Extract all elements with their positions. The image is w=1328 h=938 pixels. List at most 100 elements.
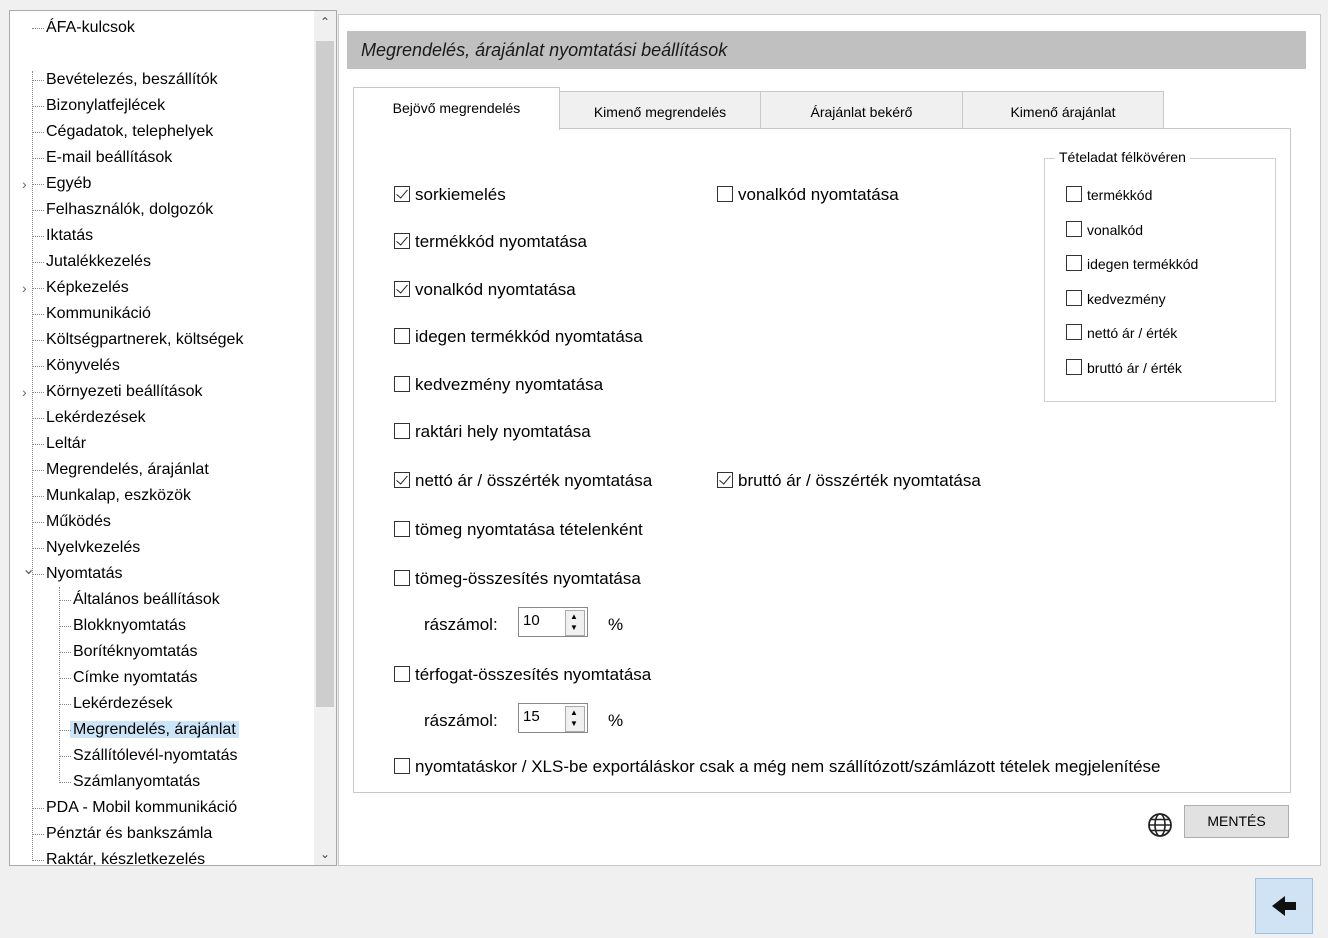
tree-scrollbar[interactable]: ⌃ ⌄ <box>314 11 336 865</box>
checkbox[interactable] <box>394 569 410 586</box>
checkbox-weight-per-item[interactable]: tömeg nyomtatása tételenként <box>394 518 643 542</box>
chevron-down-icon[interactable]: ⌄ <box>314 847 336 861</box>
volume-surcharge-unit: % <box>608 711 624 730</box>
tree-item[interactable]: ÁFA-kulcsok <box>32 17 135 39</box>
checkbox-gross-price[interactable]: bruttó ár / összérték nyomtatása <box>717 469 981 493</box>
scrollbar-thumb[interactable] <box>316 41 334 707</box>
checkbox-barcode-2[interactable]: vonalkód nyomtatása <box>717 183 899 207</box>
tree-item[interactable]: Képkezelés <box>32 277 129 299</box>
checkbox[interactable] <box>1066 324 1082 341</box>
checkbox-bold-gross[interactable]: bruttó ár / érték <box>1066 356 1182 380</box>
tree-item[interactable]: Nyelvkezelés <box>32 537 140 559</box>
tree-item-label: Nyomtatás <box>46 565 123 582</box>
tree-item[interactable]: Bevételezés, beszállítók <box>32 69 218 91</box>
checkbox[interactable] <box>394 232 410 249</box>
tree-item-label: Pénztár és bankszámla <box>46 825 213 842</box>
checkbox[interactable] <box>1066 255 1082 272</box>
tree-item[interactable]: Könyvelés <box>32 355 120 377</box>
stepper-down-icon[interactable]: ▼ <box>566 719 582 728</box>
checkbox-foreign-code[interactable]: idegen termékkód nyomtatása <box>394 325 643 349</box>
stepper-up-icon[interactable]: ▲ <box>566 612 582 621</box>
chevron-right-icon[interactable]: › <box>22 381 27 403</box>
checkbox-bold-discount[interactable]: kedvezmény <box>1066 287 1166 311</box>
weight-surcharge-value[interactable]: 10 <box>523 612 540 629</box>
checkbox[interactable] <box>394 422 410 439</box>
tab-outgoing-order[interactable]: Kimenő megrendelés <box>559 91 761 129</box>
tree-item[interactable]: Iktatás <box>32 225 93 247</box>
tree-item-label: Képkezelés <box>46 279 129 296</box>
tree-item-label: Raktár, készletkezelés <box>46 851 206 866</box>
tree-item[interactable]: Blokknyomtatás <box>59 615 186 637</box>
chevron-right-icon[interactable]: › <box>22 173 27 195</box>
tree-item[interactable]: Címke nyomtatás <box>59 667 197 689</box>
checkbox-discount[interactable]: kedvezmény nyomtatása <box>394 373 603 397</box>
checkbox-bold-net[interactable]: nettó ár / érték <box>1066 321 1177 345</box>
checkbox[interactable] <box>394 665 410 682</box>
stepper-buttons[interactable]: ▲ ▼ <box>565 610 585 636</box>
back-button[interactable] <box>1255 878 1313 934</box>
checkbox[interactable] <box>394 757 410 774</box>
tree-item[interactable]: Szállítólevél-nyomtatás <box>59 745 238 767</box>
globe-icon[interactable] <box>1147 812 1173 838</box>
volume-surcharge-stepper[interactable]: 15 ▲ ▼ <box>518 703 588 733</box>
tree-item[interactable]: Megrendelés, árajánlat <box>32 459 209 481</box>
checkbox-only-unshipped[interactable]: nyomtatáskor / XLS-be exportáláskor csak… <box>394 755 1161 779</box>
save-button[interactable]: MENTÉS <box>1184 805 1289 838</box>
tree-item[interactable]: Működés <box>32 511 111 533</box>
tree-item[interactable]: Lekérdezések <box>59 693 173 715</box>
tree-item[interactable]: Borítéknyomtatás <box>59 641 198 663</box>
tree-item[interactable]: Számlanyomtatás <box>59 771 200 793</box>
checkbox-product-code[interactable]: termékkód nyomtatása <box>394 230 587 254</box>
checkbox-volume-total[interactable]: térfogat-összesítés nyomtatása <box>394 663 651 687</box>
checkbox-barcode[interactable]: vonalkód nyomtatása <box>394 278 576 302</box>
tree-item[interactable]: PDA - Mobil kommunikáció <box>32 797 237 819</box>
checkbox[interactable] <box>1066 359 1082 376</box>
stepper-buttons[interactable]: ▲ ▼ <box>565 706 585 732</box>
checkbox-row-highlight[interactable]: sorkiemelés <box>394 183 506 207</box>
checkbox[interactable] <box>1066 186 1082 203</box>
tree-item[interactable]: Raktár, készletkezelés <box>32 849 206 866</box>
tree-item[interactable]: Kommunikáció <box>32 303 151 325</box>
checkbox[interactable] <box>394 471 410 488</box>
checkbox[interactable] <box>717 471 733 488</box>
chevron-up-icon[interactable]: ⌃ <box>314 15 336 29</box>
stepper-down-icon[interactable]: ▼ <box>566 623 582 632</box>
checkbox-bold-foreign-code[interactable]: idegen termékkód <box>1066 252 1198 276</box>
tree-item[interactable]: Felhasználók, dolgozók <box>32 199 213 221</box>
checkbox[interactable] <box>394 185 410 202</box>
checkbox[interactable] <box>717 185 733 202</box>
tree-item[interactable]: Lekérdezések <box>32 407 146 429</box>
tree-item[interactable]: Pénztár és bankszámla <box>32 823 213 845</box>
chevron-down-icon[interactable]: ⌄ <box>22 559 35 581</box>
weight-surcharge-stepper[interactable]: 10 ▲ ▼ <box>518 607 588 637</box>
chevron-right-icon[interactable]: › <box>22 277 27 299</box>
tree-item[interactable]: Megrendelés, árajánlat <box>59 719 239 741</box>
checkbox-net-price[interactable]: nettó ár / összérték nyomtatása <box>394 469 652 493</box>
tree-item[interactable]: Jutalékkezelés <box>32 251 151 273</box>
tree-item[interactable]: Cégadatok, telephelyek <box>32 121 213 143</box>
checkbox-warehouse-location[interactable]: raktári hely nyomtatása <box>394 420 591 444</box>
checkbox[interactable] <box>394 280 410 297</box>
tab-incoming-order[interactable]: Bejövő megrendelés <box>353 87 560 130</box>
volume-surcharge-value[interactable]: 15 <box>523 708 540 725</box>
tab-outgoing-quote[interactable]: Kimenő árajánlat <box>962 91 1164 129</box>
tree-item[interactable]: Nyomtatás <box>32 563 123 585</box>
checkbox[interactable] <box>394 520 410 537</box>
checkbox-bold-barcode[interactable]: vonalkód <box>1066 218 1143 242</box>
tree-item[interactable]: Általános beállítások <box>59 589 220 611</box>
tree-item[interactable]: Bizonylatfejlécek <box>32 95 165 117</box>
tree-item[interactable]: Munkalap, eszközök <box>32 485 191 507</box>
tab-quote-request[interactable]: Árajánlat bekérő <box>760 91 963 129</box>
checkbox[interactable] <box>1066 290 1082 307</box>
tree-item[interactable]: Leltár <box>32 433 86 455</box>
checkbox-bold-product-code[interactable]: termékkód <box>1066 183 1152 207</box>
checkbox[interactable] <box>394 375 410 392</box>
stepper-up-icon[interactable]: ▲ <box>566 708 582 717</box>
tree-item[interactable]: E-mail beállítások <box>32 147 172 169</box>
checkbox[interactable] <box>1066 221 1082 238</box>
checkbox-weight-total[interactable]: tömeg-összesítés nyomtatása <box>394 567 641 591</box>
tree-item[interactable]: Költségpartnerek, költségek <box>32 329 243 351</box>
tree-item[interactable]: Környezeti beállítások <box>32 381 203 403</box>
checkbox[interactable] <box>394 327 410 344</box>
tree-item[interactable]: Egyéb <box>32 173 91 195</box>
